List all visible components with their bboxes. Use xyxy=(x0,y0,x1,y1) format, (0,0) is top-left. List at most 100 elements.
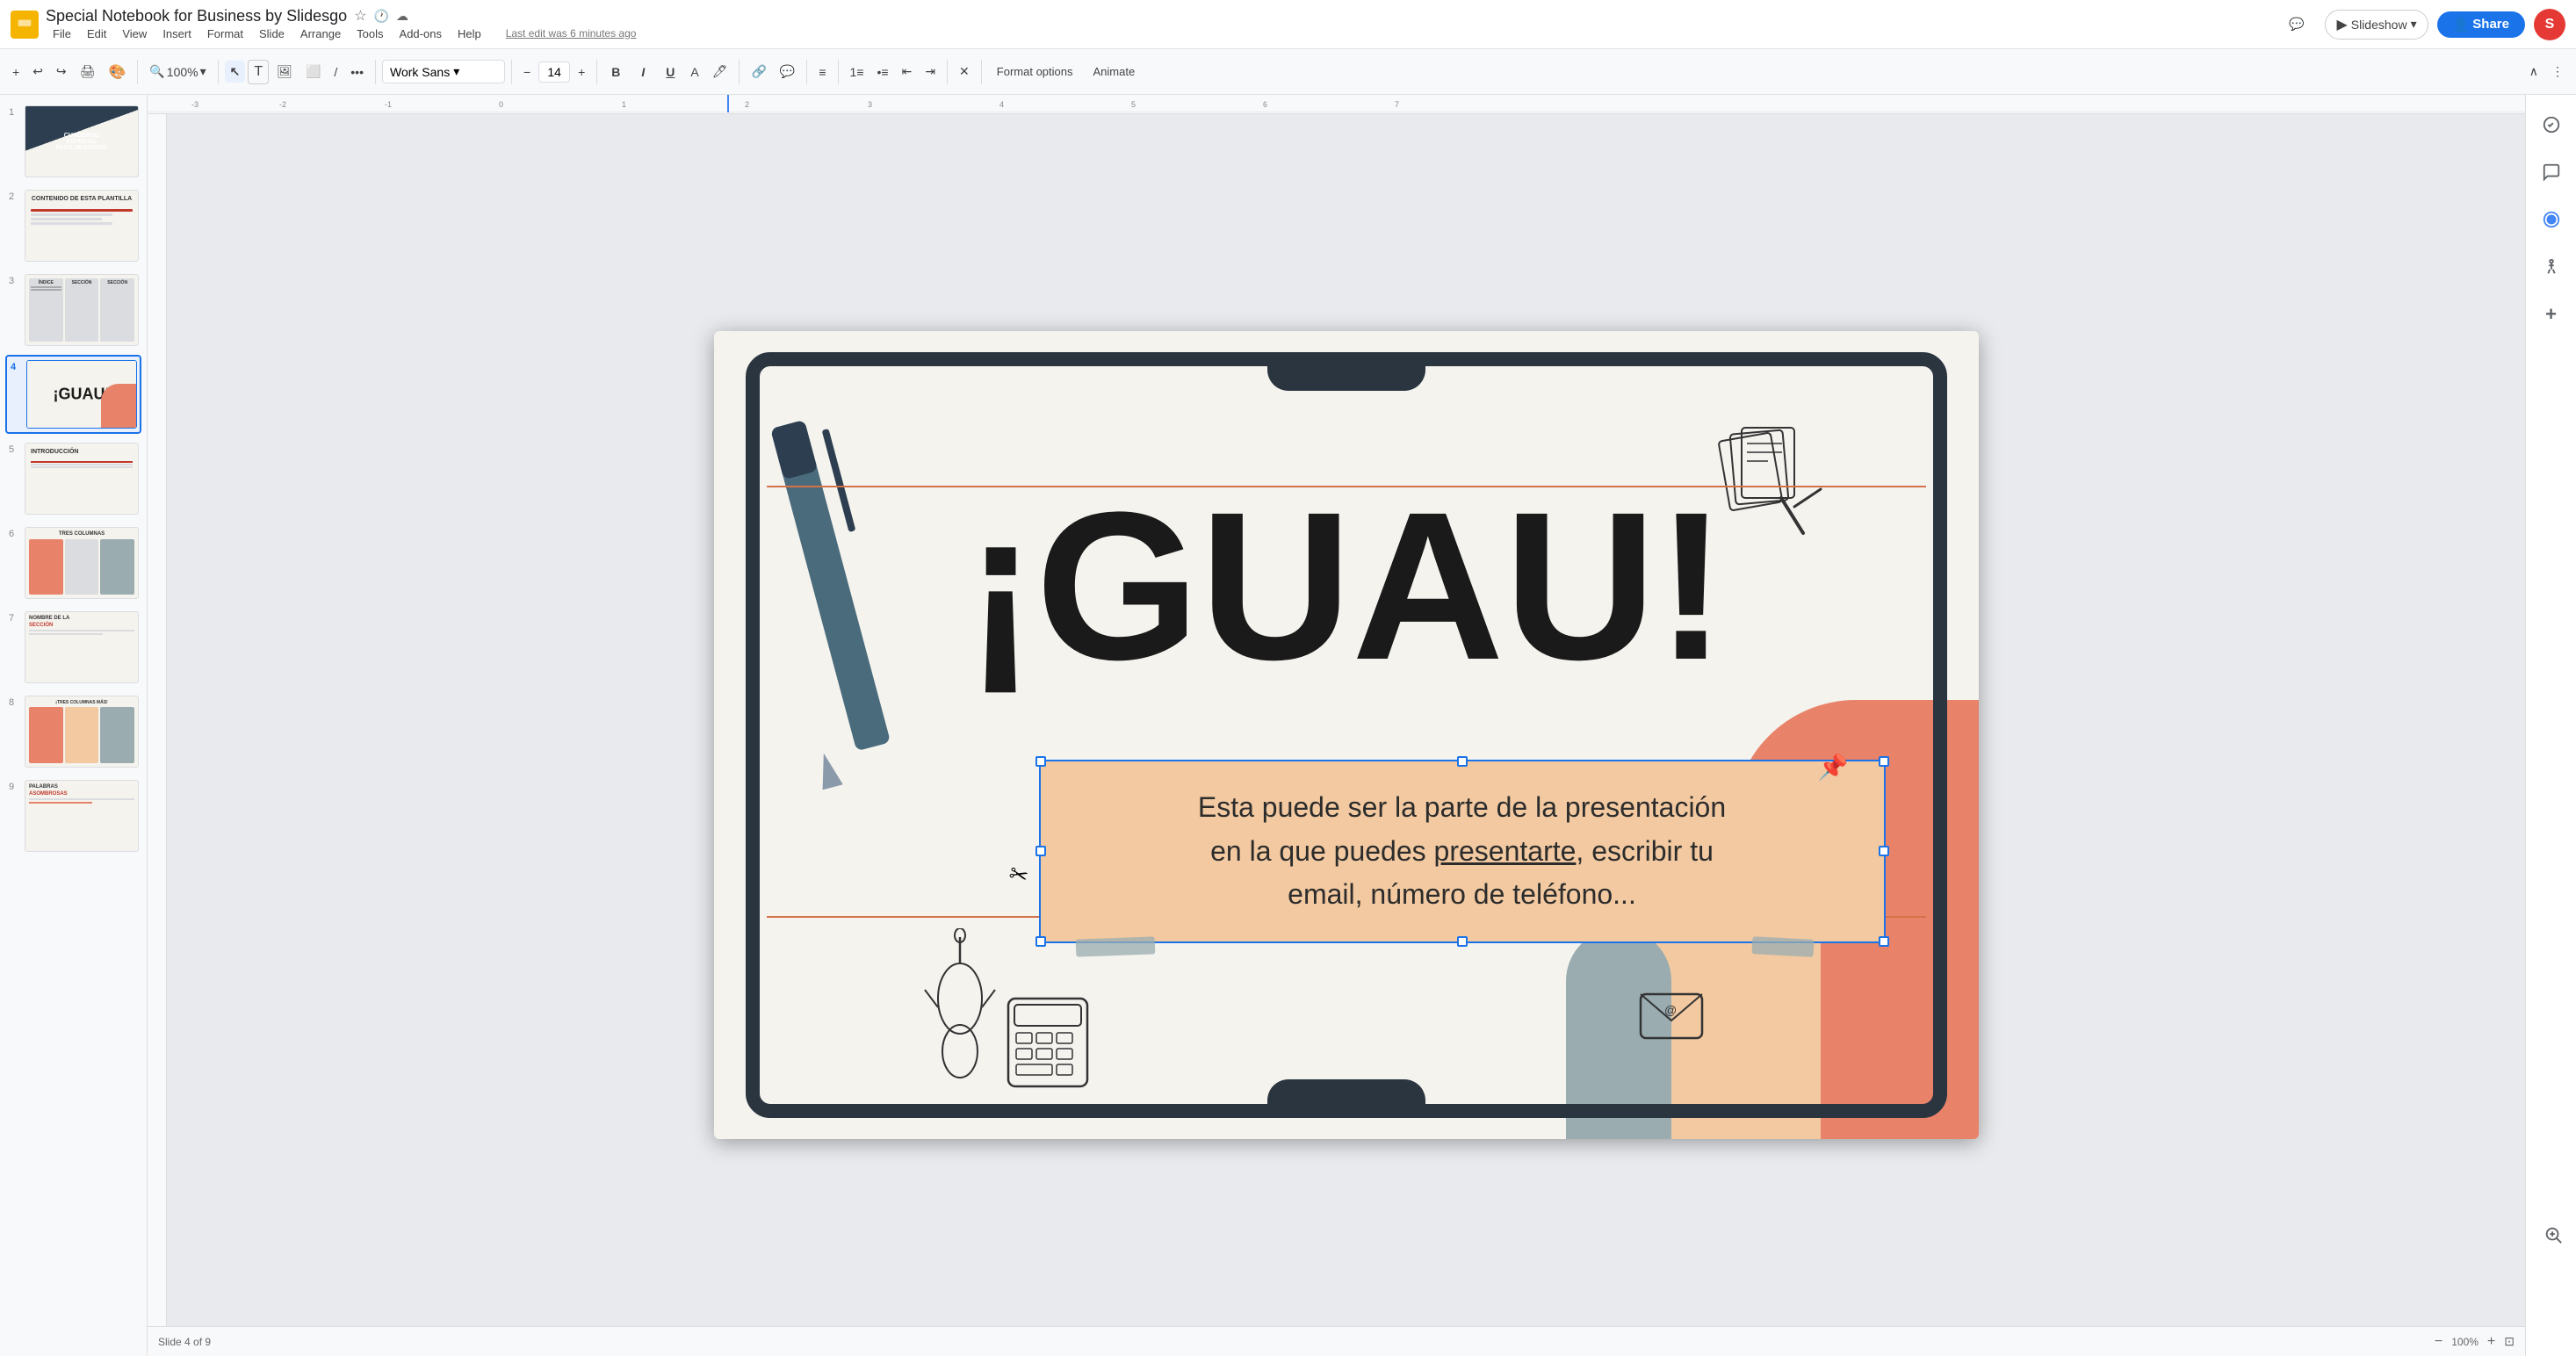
slide-num-8: 8 xyxy=(9,696,21,708)
svg-text:-1: -1 xyxy=(385,100,392,109)
rs-comment-btn[interactable] xyxy=(2536,156,2567,188)
canvas-area: -3 -2 -1 0 1 2 3 4 5 6 7 xyxy=(148,95,2525,1356)
slide-thumb-2[interactable]: 2 CONTENIDO DE ESTA PLANTILLA xyxy=(5,186,141,265)
share-button[interactable]: 👤 Share xyxy=(2437,11,2525,38)
undo-btn[interactable]: ↩ xyxy=(27,61,48,83)
text-tool[interactable]: T xyxy=(248,60,269,84)
handle-top-right[interactable] xyxy=(1879,756,1889,767)
rs-zoom-in-btn[interactable] xyxy=(2537,1219,2569,1251)
rs-accessibility-btn[interactable] xyxy=(2536,251,2567,283)
note-card[interactable]: Esta puede ser la parte de la presentaci… xyxy=(1039,760,1886,943)
comments-icon: 💬 xyxy=(2289,17,2304,32)
handle-bot-right[interactable] xyxy=(1879,936,1889,947)
meeting-button[interactable]: ▶ Slideshow ▾ xyxy=(2325,10,2428,40)
svg-text:4: 4 xyxy=(999,100,1004,109)
menu-format[interactable]: Format xyxy=(200,25,250,42)
user-avatar[interactable]: S xyxy=(2534,9,2565,40)
menu-tools[interactable]: Tools xyxy=(350,25,390,42)
slide-thumb-7[interactable]: 7 NOMBRE DE LA SECCIÓN xyxy=(5,608,141,687)
italic-btn[interactable]: I xyxy=(631,60,655,84)
link-btn[interactable]: 🔗 xyxy=(746,61,771,83)
slide-thumb-1[interactable]: 1 CUADERNOESPECIALPARA NEGOCIOS xyxy=(5,102,141,181)
menu-file[interactable]: File xyxy=(46,25,78,42)
menu-view[interactable]: View xyxy=(115,25,154,42)
underline-btn[interactable]: U xyxy=(658,60,682,84)
more-options-btn[interactable]: ⋮ xyxy=(2546,61,2569,83)
indent-inc-btn[interactable]: ⇥ xyxy=(920,61,941,83)
slide-thumb-9[interactable]: 9 PALABRAS ASOMBROSAS xyxy=(5,776,141,855)
font-size-input[interactable]: 14 xyxy=(538,61,570,83)
clear-formatting-btn[interactable]: ✕ xyxy=(954,61,975,83)
handle-mid-left[interactable] xyxy=(1035,846,1046,856)
font-size-decrease[interactable]: − xyxy=(518,61,536,83)
rs-explore-btn[interactable] xyxy=(2536,109,2567,141)
cloud-icon[interactable]: ☁ xyxy=(396,9,408,24)
image-tool[interactable]: 🖼 xyxy=(271,61,298,83)
handle-mid-right[interactable] xyxy=(1879,846,1889,856)
comments-button[interactable]: 💬 xyxy=(2277,11,2316,37)
align-btn[interactable]: ≡ xyxy=(813,61,831,83)
text-color-btn[interactable]: A xyxy=(685,61,704,83)
last-edit: Last edit was 6 minutes ago xyxy=(499,25,644,42)
document-illustration xyxy=(1715,419,1838,542)
star-icon[interactable]: ☆ xyxy=(354,7,366,25)
slide-num-6: 6 xyxy=(9,527,21,539)
handle-bot-left[interactable] xyxy=(1035,936,1046,947)
slide-thumb-8[interactable]: 8 ¡TRES COLUMNAS MÁS! xyxy=(5,692,141,771)
slide-thumb-6[interactable]: 6 TRES COLUMNAS xyxy=(5,523,141,602)
toolbar-sep-3 xyxy=(375,60,376,84)
print-btn[interactable]: 🖨 xyxy=(75,61,101,83)
fit-screen-btn[interactable]: ⊡ xyxy=(2504,1334,2515,1349)
zoom-out-btn[interactable]: − xyxy=(2435,1334,2443,1350)
menu-insert[interactable]: Insert xyxy=(155,25,198,42)
rs-add-btn[interactable]: + xyxy=(2536,299,2567,330)
hand-illustration xyxy=(907,928,1013,1086)
svg-text:@: @ xyxy=(1664,1003,1677,1017)
bold-btn[interactable]: B xyxy=(603,60,628,84)
rs-present-btn[interactable] xyxy=(2536,204,2567,235)
slide-canvas[interactable]: ¡GUAU! Esta puede ser la parte de la pre… xyxy=(714,331,1979,1139)
shape-tool[interactable]: ⬜ xyxy=(300,61,326,83)
history-icon[interactable]: 🕐 xyxy=(374,9,389,24)
indent-dec-btn[interactable]: ⇤ xyxy=(897,61,918,83)
zoom-in-btn[interactable]: + xyxy=(2487,1334,2495,1350)
ruler-left xyxy=(148,114,167,1356)
mail-icon: @ xyxy=(1636,981,1707,1051)
handle-top-center[interactable] xyxy=(1457,756,1468,767)
add-toolbar-btn[interactable]: + xyxy=(7,61,25,83)
font-selector[interactable]: Work Sans ▾ xyxy=(382,60,505,83)
note-text: Esta puede ser la parte de la presentaci… xyxy=(1072,786,1852,917)
slide-thumb-4[interactable]: 4 ¡GUAU! xyxy=(5,355,141,434)
slide-thumb-3[interactable]: 3 ÍNDICE SECCIÓN SECCIÓN xyxy=(5,270,141,350)
animate-button[interactable]: Animate xyxy=(1084,61,1144,82)
menu-edit[interactable]: Edit xyxy=(80,25,113,42)
paint-format-btn[interactable]: 🎨 xyxy=(103,60,131,84)
svg-text:7: 7 xyxy=(1395,100,1399,109)
slide-num-9: 9 xyxy=(9,780,21,792)
top-notch xyxy=(1267,352,1425,391)
slide-counter: Slide 4 of 9 xyxy=(158,1336,211,1348)
handle-bot-center[interactable] xyxy=(1457,936,1468,947)
menu-arrange[interactable]: Arrange xyxy=(293,25,348,42)
format-options-button[interactable]: Format options xyxy=(988,61,1082,82)
svg-text:6: 6 xyxy=(1263,100,1267,109)
redo-btn[interactable]: ↪ xyxy=(51,61,72,83)
collapse-toolbar-btn[interactable]: ∧ xyxy=(2524,61,2544,83)
zoom-arrow: ▾ xyxy=(200,64,206,79)
more-tools[interactable]: ••• xyxy=(345,61,369,83)
scissors-icon: ✂ xyxy=(1006,860,1031,891)
svg-text:3: 3 xyxy=(868,100,872,109)
menu-slide[interactable]: Slide xyxy=(252,25,292,42)
cursor-tool[interactable]: ↖ xyxy=(225,61,246,83)
slide-thumb-5[interactable]: 5 INTRODUCCIÓN xyxy=(5,439,141,518)
comment-inline-btn[interactable]: 💬 xyxy=(775,61,800,83)
menu-help[interactable]: Help xyxy=(451,25,488,42)
menu-addons[interactable]: Add-ons xyxy=(393,25,449,42)
handle-top-left[interactable] xyxy=(1035,756,1046,767)
highlight-btn[interactable]: 🖊 xyxy=(707,61,733,83)
font-size-increase[interactable]: + xyxy=(573,61,590,83)
bullet-list-btn[interactable]: •≡ xyxy=(872,61,894,83)
numbered-list-btn[interactable]: 1≡ xyxy=(845,61,869,83)
zoom-btn[interactable]: 🔍 100% ▾ xyxy=(144,61,211,83)
line-tool[interactable]: / xyxy=(328,61,343,83)
